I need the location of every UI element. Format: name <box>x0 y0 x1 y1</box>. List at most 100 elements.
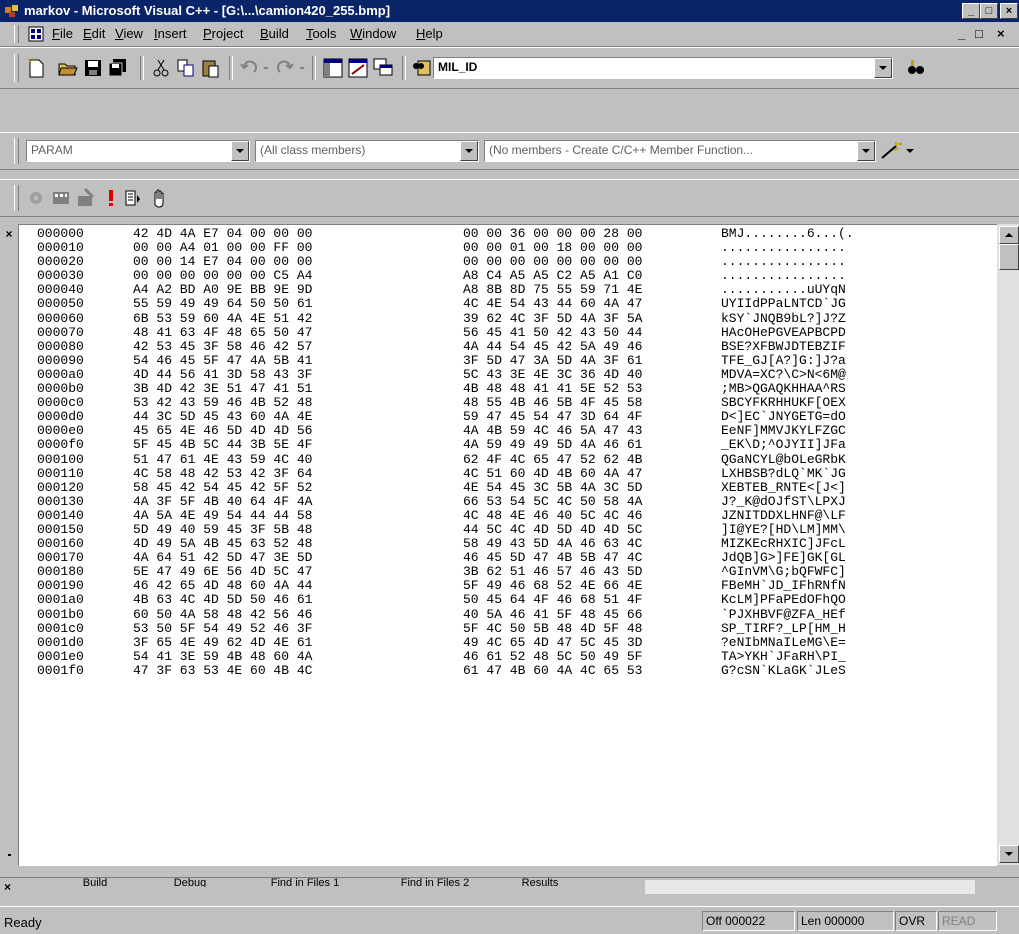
hex-row[interactable]: 000120 58 45 42 54 45 42 5F 52 4E 54 45 3C… <box>37 480 854 495</box>
hex-row[interactable]: 000130 4A 3F 5F 4B 40 64 4F 4A 66 53 54 5C… <box>37 493 854 509</box>
wizard-action-icon[interactable] <box>878 140 918 162</box>
members-combo[interactable]: (No members - Create C/C++ Member Functi… <box>484 140 876 162</box>
scroll-thumb[interactable] <box>999 244 1019 270</box>
hex-row[interactable]: 000160 4D 49 5A 4B 45 63 52 48 58 49 43 5D… <box>37 536 854 551</box>
hex-row[interactable]: 000030 00 00 00 00 00 00 C5 A4 A8 C4 A5 A5… <box>37 269 854 283</box>
execute-icon[interactable] <box>100 187 122 209</box>
hex-row[interactable]: 000000 42 4D 4A E7 04 00 00 00 00 00 36 00… <box>37 226 854 241</box>
hex-row[interactable]: 000110 4C 58 48 42 53 42 3F 64 4C 51 60 4D… <box>37 466 854 481</box>
redo-icon[interactable] <box>274 57 308 79</box>
tab-find-in-files-1[interactable]: Find in Files 1 <box>240 877 370 887</box>
restore-button[interactable]: □ <box>980 3 998 19</box>
hex-row[interactable]: 0001c0 53 50 5F 54 49 52 46 3F 5F 4C 50 5B… <box>37 621 854 636</box>
close-icon[interactable]: × <box>4 880 11 894</box>
toolbar-grip[interactable] <box>14 25 19 43</box>
hex-row[interactable]: 0000c0 53 42 43 59 46 4B 52 48 48 55 4B 46… <box>37 396 854 410</box>
paste-icon[interactable] <box>200 57 222 79</box>
find-in-files-icon[interactable] <box>410 57 432 79</box>
hex-row[interactable]: 000070 48 41 63 4F 48 65 50 47 56 45 41 50… <box>37 325 854 340</box>
menu-edit[interactable]: Edit <box>83 26 105 41</box>
close-icon[interactable]: × <box>3 228 15 240</box>
menu-file[interactable]: File <box>52 26 73 41</box>
toolbar-grip[interactable] <box>14 54 19 82</box>
new-text-file-icon[interactable] <box>25 57 47 79</box>
menu-build[interactable]: Build <box>260 26 289 41</box>
cut-icon[interactable] <box>150 57 172 79</box>
hex-row[interactable]: 000100 51 47 61 4E 43 59 4C 40 62 4F 4C 65… <box>37 452 854 467</box>
hex-row[interactable]: 000090 54 46 45 5F 47 4A 5B 41 3F 5D 47 3A… <box>37 352 854 368</box>
hex-row[interactable]: 0000f0 5F 45 4B 5C 44 3B 5E 4F 4A 59 49 49… <box>37 438 854 452</box>
hex-editor[interactable]: 000000 42 4D 4A E7 04 00 00 00 00 00 36 00… <box>18 224 997 866</box>
hex-row[interactable]: 000140 4A 5A 4E 49 54 44 44 58 4C 48 4E 46… <box>37 508 854 523</box>
menu-help[interactable]: Help <box>416 26 443 41</box>
scroll-down-button[interactable] <box>999 845 1019 863</box>
hex-row[interactable]: 000180 5E 47 49 6E 56 4D 5C 47 3B 62 51 46… <box>37 565 854 579</box>
hex-row[interactable]: 000040 A4 A2 BD A0 9E BB 9E 9D A8 8B 8D 75… <box>37 283 854 297</box>
menu-window[interactable]: Window <box>350 26 396 41</box>
vertical-scrollbar[interactable] <box>997 224 1019 865</box>
hex-row[interactable]: 000170 4A 64 51 42 5D 47 3E 5D 46 45 5D 47… <box>37 551 854 565</box>
hex-row[interactable]: 000010 00 00 A4 01 00 00 FF 00 00 00 01 00… <box>37 240 854 255</box>
hex-row[interactable]: 000190 46 42 65 4D 48 60 4A 44 5F 49 46 68… <box>37 579 854 593</box>
tab-debug[interactable]: Debug <box>140 877 240 887</box>
breakpoint-icon[interactable] <box>147 187 169 209</box>
class-combo[interactable]: PARAM <box>26 140 250 162</box>
chevron-down-icon[interactable] <box>857 141 875 161</box>
minimize-button[interactable]: _ <box>962 3 980 19</box>
hex-row[interactable]: 0001e0 54 41 3E 59 4B 48 60 4A 46 61 52 48… <box>37 649 854 664</box>
save-icon[interactable] <box>82 57 104 79</box>
scroll-up-button[interactable] <box>999 226 1019 244</box>
tab-find-in-files-2[interactable]: Find in Files 2 <box>370 877 500 887</box>
menu-tools[interactable]: Tools <box>306 26 336 41</box>
title-bar[interactable]: markov - Microsoft Visual C++ - [G:\...\… <box>0 0 1019 22</box>
hex-row[interactable]: 0000e0 45 65 4E 46 5D 4D 4D 56 4A 4B 59 4C… <box>37 424 854 438</box>
hex-bytes-high: 00 00 36 00 00 00 28 00 <box>463 226 643 241</box>
mdi-minimize-button[interactable]: _ <box>958 26 965 41</box>
hex-bytes-high: 66 53 54 5C 4C 50 58 4A <box>463 493 643 509</box>
hex-row[interactable]: 000060 6B 53 59 60 4A 4E 51 42 39 62 4C 3F… <box>37 311 854 326</box>
hex-row[interactable]: 000050 55 59 49 49 64 50 50 61 4C 4E 54 43… <box>37 297 854 311</box>
find-combo[interactable]: MIL_ID <box>433 57 893 79</box>
compile-icon[interactable] <box>25 187 47 209</box>
toolbar-grip[interactable] <box>14 185 19 211</box>
mdi-restore-button[interactable]: □ <box>975 26 983 41</box>
menu-view[interactable]: View <box>115 26 143 41</box>
build-stop-icon[interactable] <box>75 187 97 209</box>
hex-row[interactable]: 0000d0 44 3C 5D 45 43 60 4A 4E 59 47 45 54… <box>37 410 854 424</box>
hex-row[interactable]: 000150 5D 49 40 59 45 3F 5B 48 44 5C 4C 4D… <box>37 522 854 537</box>
close-button[interactable]: × <box>1000 3 1018 19</box>
hex-row[interactable]: 000080 42 53 45 3F 58 46 42 57 4A 44 54 45… <box>37 339 854 354</box>
go-icon[interactable] <box>122 187 144 209</box>
hex-row[interactable]: 0001b0 60 50 4A 58 48 42 56 46 40 5A 46 41… <box>37 607 854 622</box>
hex-offset: 000020 <box>37 254 84 270</box>
build-icon[interactable] <box>50 187 72 209</box>
horizontal-scrollbar[interactable] <box>645 880 975 894</box>
hex-view[interactable]: 000000 42 4D 4A E7 04 00 00 00 00 00 36 00… <box>37 226 854 678</box>
filter-combo[interactable]: (All class members) <box>255 140 479 162</box>
chevron-down-icon[interactable] <box>874 58 892 78</box>
toolbar-grip[interactable] <box>14 138 19 164</box>
hex-row[interactable]: 0000a0 4D 44 56 41 3D 58 43 3F 5C 43 3E 4E… <box>37 367 854 382</box>
save-all-icon[interactable] <box>107 57 129 79</box>
copy-icon[interactable] <box>175 57 197 79</box>
hex-row[interactable]: 0000b0 3B 4D 42 3E 51 47 41 51 4B 48 48 41… <box>37 381 854 396</box>
hex-row[interactable]: 0001a0 4B 63 4C 4D 5D 50 46 61 50 45 64 4F… <box>37 593 854 607</box>
hex-row[interactable]: 0001f0 47 3F 63 53 4E 60 4B 4C 61 47 4B 60… <box>37 663 854 678</box>
workspace-icon[interactable] <box>322 57 344 79</box>
hex-offset: 000090 <box>37 352 84 368</box>
chevron-down-icon[interactable] <box>460 141 478 161</box>
open-icon[interactable] <box>57 57 79 79</box>
chevron-down-icon[interactable] <box>231 141 249 161</box>
tab-results[interactable]: Results <box>500 877 580 887</box>
find-icon[interactable] <box>905 57 927 79</box>
window-list-icon[interactable] <box>372 57 394 79</box>
menu-project[interactable]: Project <box>203 26 243 41</box>
hex-row[interactable]: 0001d0 3F 65 4E 49 62 4D 4E 61 49 4C 65 4D… <box>37 635 854 650</box>
hex-row[interactable]: 000020 00 00 14 E7 04 00 00 00 00 00 00 00… <box>37 255 854 269</box>
menu-insert[interactable]: Insert <box>154 26 187 41</box>
output-icon[interactable] <box>347 57 369 79</box>
document-icon[interactable] <box>28 26 44 42</box>
tab-build[interactable]: Build <box>50 877 140 887</box>
mdi-close-button[interactable]: × <box>997 26 1005 41</box>
undo-icon[interactable] <box>238 57 272 79</box>
